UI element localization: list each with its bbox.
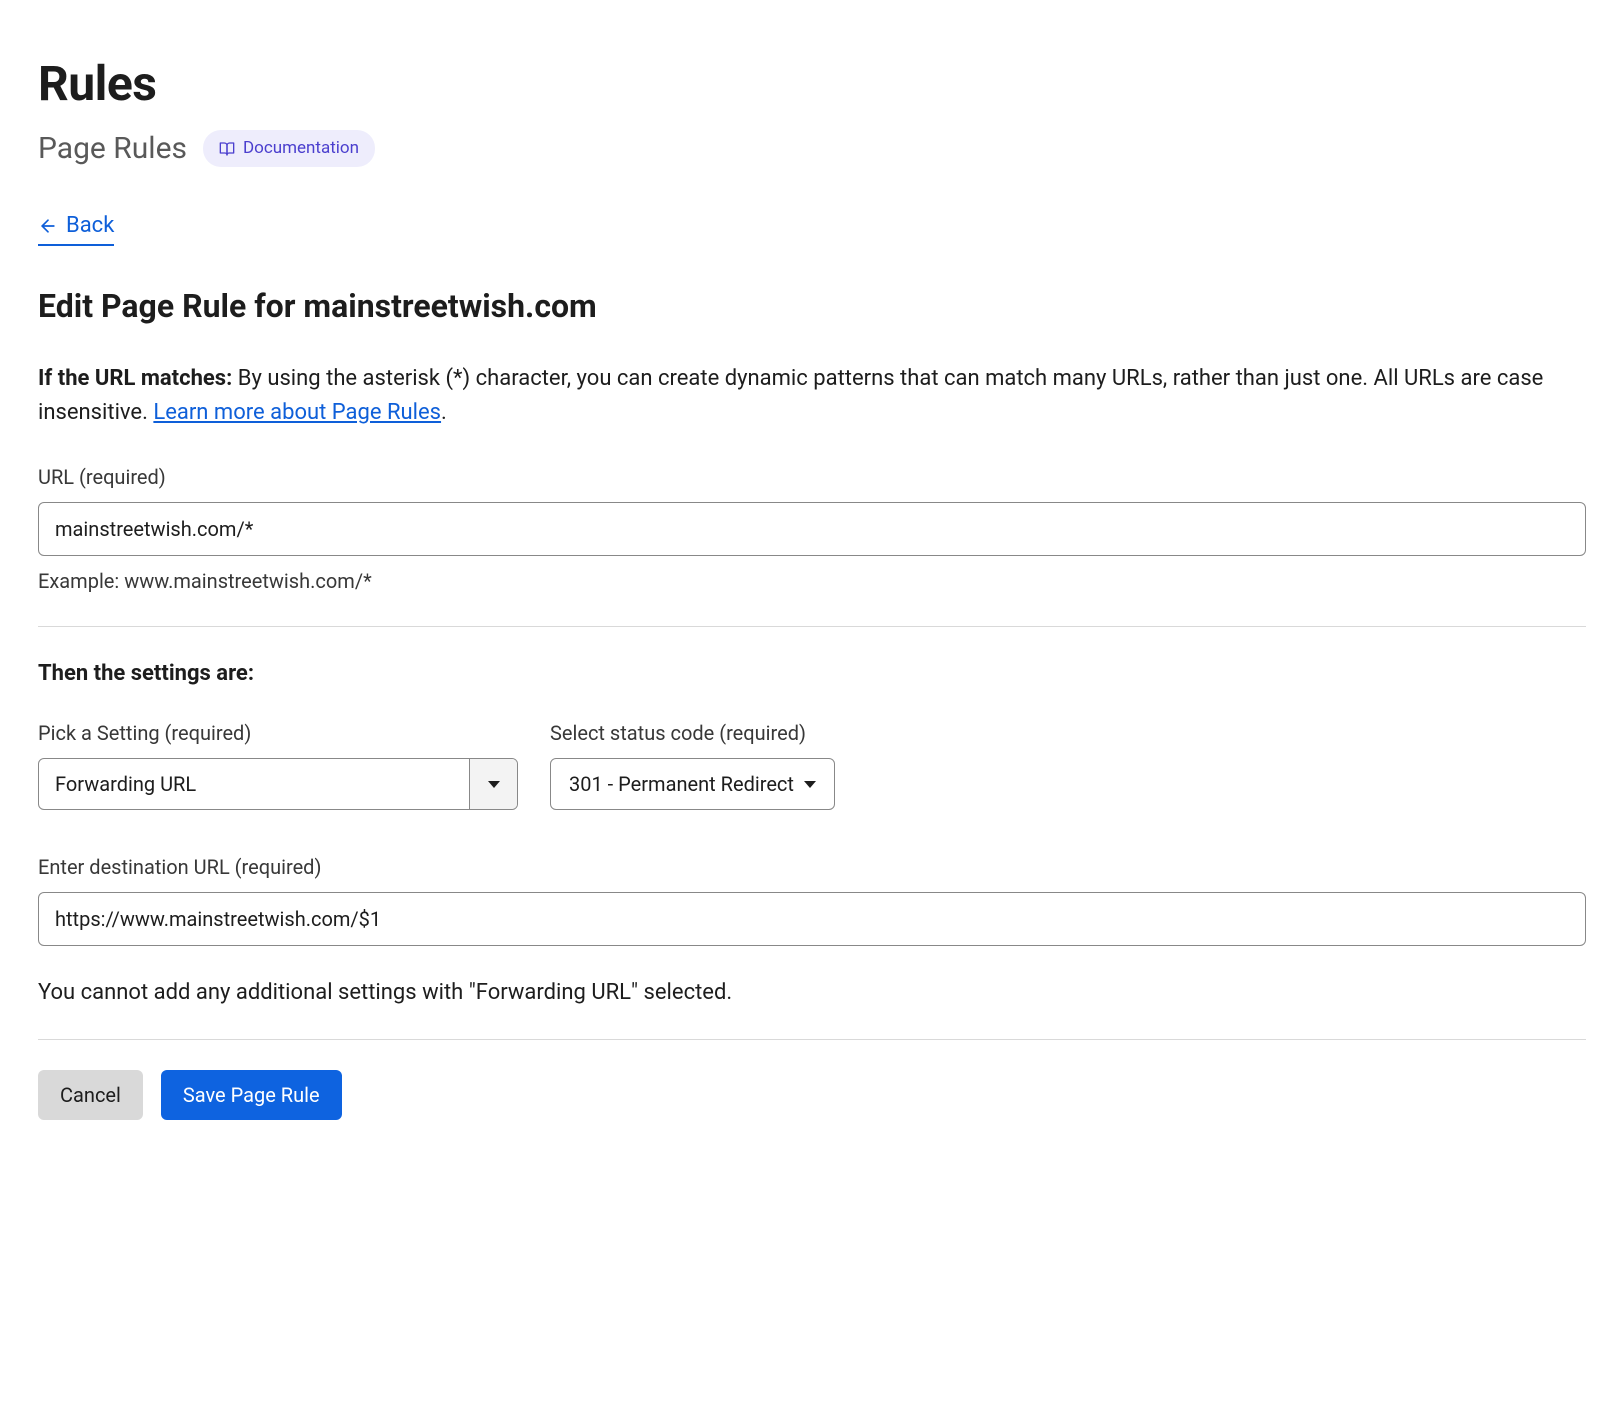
destination-field-group: Enter destination URL (required)	[38, 852, 1586, 946]
description-bold: If the URL matches:	[38, 366, 232, 391]
url-input[interactable]	[38, 502, 1586, 556]
status-code-select[interactable]: 301 - Permanent Redirect	[550, 758, 835, 810]
pick-setting-arrow	[469, 759, 517, 809]
page-title: Rules	[38, 48, 1586, 120]
section-divider	[38, 626, 1586, 627]
learn-more-link[interactable]: Learn more about Page Rules	[153, 400, 441, 425]
back-label: Back	[66, 209, 114, 242]
subtitle-row: Page Rules Documentation	[38, 126, 1586, 171]
chevron-down-icon	[488, 781, 500, 788]
status-code-label: Select status code (required)	[550, 718, 835, 748]
destination-label: Enter destination URL (required)	[38, 852, 1586, 882]
book-icon	[219, 141, 235, 157]
settings-heading: Then the settings are:	[38, 657, 1586, 690]
chevron-down-icon	[804, 781, 816, 788]
documentation-badge[interactable]: Documentation	[203, 130, 375, 168]
settings-row: Pick a Setting (required) Forwarding URL…	[38, 718, 1586, 810]
description-period: .	[441, 400, 447, 425]
url-label: URL (required)	[38, 462, 1586, 492]
pick-setting-column: Pick a Setting (required) Forwarding URL	[38, 718, 518, 810]
destination-input[interactable]	[38, 892, 1586, 946]
bottom-divider	[38, 1039, 1586, 1040]
status-code-value: 301 - Permanent Redirect	[569, 769, 794, 799]
url-field-group: URL (required) Example: www.mainstreetwi…	[38, 462, 1586, 596]
status-code-column: Select status code (required) 301 - Perm…	[550, 718, 835, 810]
back-link[interactable]: Back	[38, 209, 114, 246]
url-example: Example: www.mainstreetwish.com/*	[38, 566, 1586, 596]
button-row: Cancel Save Page Rule	[38, 1070, 1586, 1120]
cancel-button[interactable]: Cancel	[38, 1070, 143, 1120]
save-button[interactable]: Save Page Rule	[161, 1070, 342, 1120]
pick-setting-select[interactable]: Forwarding URL	[38, 758, 518, 810]
pick-setting-value: Forwarding URL	[39, 759, 469, 809]
page-subtitle: Page Rules	[38, 126, 187, 171]
pick-setting-label: Pick a Setting (required)	[38, 718, 518, 748]
forwarding-note: You cannot add any additional settings w…	[38, 976, 1586, 1009]
arrow-left-icon	[38, 216, 58, 236]
form-heading: Edit Page Rule for mainstreetwish.com	[38, 282, 1586, 330]
form-description: If the URL matches: By using the asteris…	[38, 362, 1586, 430]
documentation-label: Documentation	[243, 136, 359, 162]
